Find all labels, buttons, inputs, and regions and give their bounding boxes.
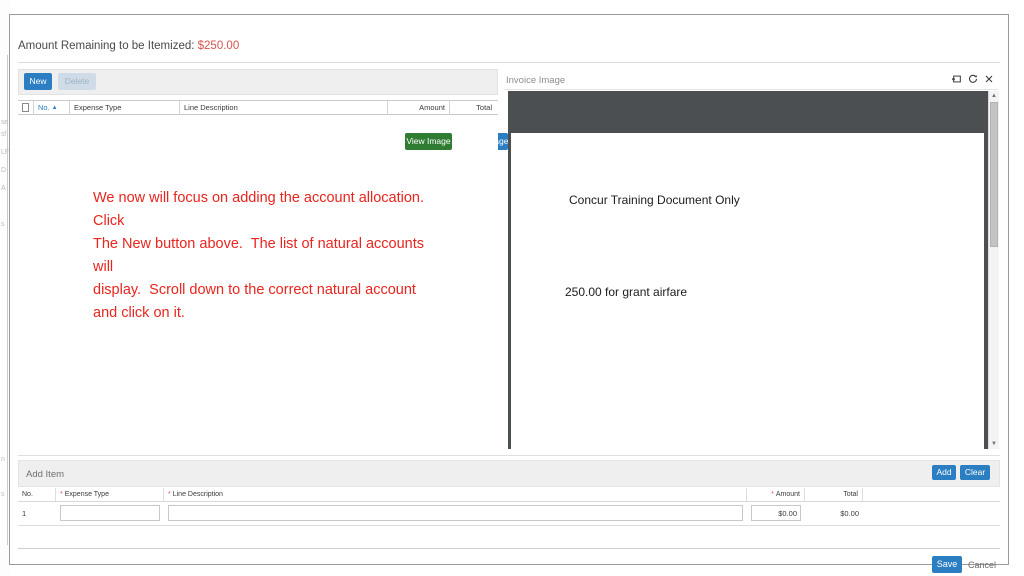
select-all-checkbox-cell[interactable]	[18, 100, 34, 115]
amount-remaining-value: $250.00	[197, 40, 240, 52]
itemization-modal: Amount Remaining to be Itemized: $250.00…	[9, 14, 1009, 573]
background-ghost-text: s	[1, 221, 5, 228]
background-ghost-text: D	[1, 167, 6, 174]
add-item-column-line-description-label: Line Description	[172, 491, 223, 498]
footer-divider	[18, 548, 1000, 549]
refresh-icon[interactable]	[968, 74, 978, 84]
image-viewer-frame: Concur Training Document Only 250.00 for…	[508, 91, 988, 449]
invoice-image-title-divider	[504, 89, 998, 90]
column-header-expense-type[interactable]: Expense Type	[70, 100, 180, 115]
column-header-amount[interactable]: Amount	[388, 100, 450, 115]
column-header-no[interactable]: No. ▲	[34, 100, 70, 115]
background-ghost-text: LF	[1, 149, 9, 156]
annotation-line-1: We now will focus on adding the account …	[93, 190, 433, 229]
add-item-column-spacer	[863, 488, 1000, 501]
add-item-divider	[18, 455, 1000, 456]
save-button[interactable]: Save	[932, 556, 962, 573]
amount-input[interactable]	[751, 505, 801, 521]
sort-ascending-icon: ▲	[51, 104, 58, 111]
add-item-title: Add Item	[26, 469, 65, 480]
background-ghost-text: n	[1, 456, 5, 463]
amount-remaining-label: Amount Remaining to be Itemized: $250.00	[18, 40, 239, 52]
amount-cell[interactable]	[747, 502, 805, 524]
add-item-column-no: No.	[18, 488, 56, 501]
background-ghost-text: A	[1, 185, 6, 192]
itemize-header: Amount Remaining to be Itemized: $250.00	[10, 15, 1008, 63]
clear-button[interactable]: Clear	[960, 465, 990, 480]
add-item-row: 1 $0.00	[18, 502, 1000, 524]
new-button[interactable]: New	[24, 73, 52, 90]
add-button[interactable]: Add	[932, 465, 956, 480]
image-viewer-scrollbar[interactable]: ▲ ▼	[988, 91, 999, 449]
add-item-column-expense-type: * Expense Type	[56, 488, 164, 501]
line-description-cell[interactable]	[164, 502, 747, 524]
line-description-input[interactable]	[168, 505, 743, 521]
annotation-line-2: The New button above. The list of natura…	[93, 236, 429, 275]
column-header-total[interactable]: Total	[450, 101, 496, 115]
view-image-button[interactable]: View Image	[405, 133, 452, 150]
add-item-column-total: Total	[805, 488, 863, 501]
add-item-row-number: 1	[22, 508, 27, 518]
background-vertical-rule	[7, 55, 8, 545]
add-item-bar: Add Item	[18, 460, 1000, 487]
required-marker-expense-type: *	[60, 491, 63, 498]
document-body-line: 250.00 for grant airfare	[565, 285, 688, 299]
add-item-column-line-description: * Line Description	[164, 488, 747, 501]
amount-remaining-text: Amount Remaining to be Itemized:	[18, 40, 195, 52]
scrollbar-thumb[interactable]	[990, 102, 998, 247]
required-marker-amount: *	[771, 491, 774, 498]
add-item-column-amount-label: Amount	[775, 491, 800, 498]
select-all-checkbox[interactable]	[22, 103, 29, 112]
invoice-document-page: Concur Training Document Only 250.00 for…	[511, 133, 984, 449]
invoice-image-panel: Invoice Image Concur Training Document O…	[502, 69, 1000, 449]
total-cell: $0.00	[840, 508, 859, 518]
invoice-image-title: Invoice Image	[506, 75, 566, 86]
annotation-line-3: display. Scroll down to the correct natu…	[93, 282, 420, 321]
instruction-annotation: We now will focus on adding the account …	[93, 187, 438, 325]
invoice-image-panel-controls	[952, 74, 994, 84]
add-item-row-underline	[18, 525, 1000, 526]
header-divider	[18, 62, 1000, 63]
cancel-button[interactable]: Cancel	[968, 560, 996, 570]
background-ghost-text: sf	[1, 131, 6, 138]
expense-type-input[interactable]	[60, 505, 160, 521]
required-marker-line-description: *	[168, 491, 171, 498]
add-item-column-amount: * Amount	[747, 488, 805, 501]
add-item-column-expense-type-label: Expense Type	[64, 491, 109, 498]
add-item-header-row: No. * Expense Type * Line Description * …	[18, 488, 1000, 502]
column-header-line-description[interactable]: Line Description	[180, 100, 388, 115]
delete-button[interactable]: Delete	[58, 73, 96, 90]
column-header-no-label: No.	[38, 103, 50, 112]
expense-type-cell[interactable]	[56, 502, 164, 524]
document-title-line: Concur Training Document Only	[569, 193, 740, 207]
close-icon[interactable]	[984, 74, 994, 84]
scrollbar-down-arrow-icon[interactable]: ▼	[989, 439, 999, 449]
scrollbar-up-arrow-icon[interactable]: ▲	[989, 91, 999, 101]
expense-list-header-row: No. ▲ Expense Type Line Description Amou…	[18, 100, 498, 115]
maximize-icon[interactable]	[952, 74, 962, 84]
background-ghost-text: se	[1, 119, 8, 126]
background-ghost-text: s	[1, 491, 5, 498]
